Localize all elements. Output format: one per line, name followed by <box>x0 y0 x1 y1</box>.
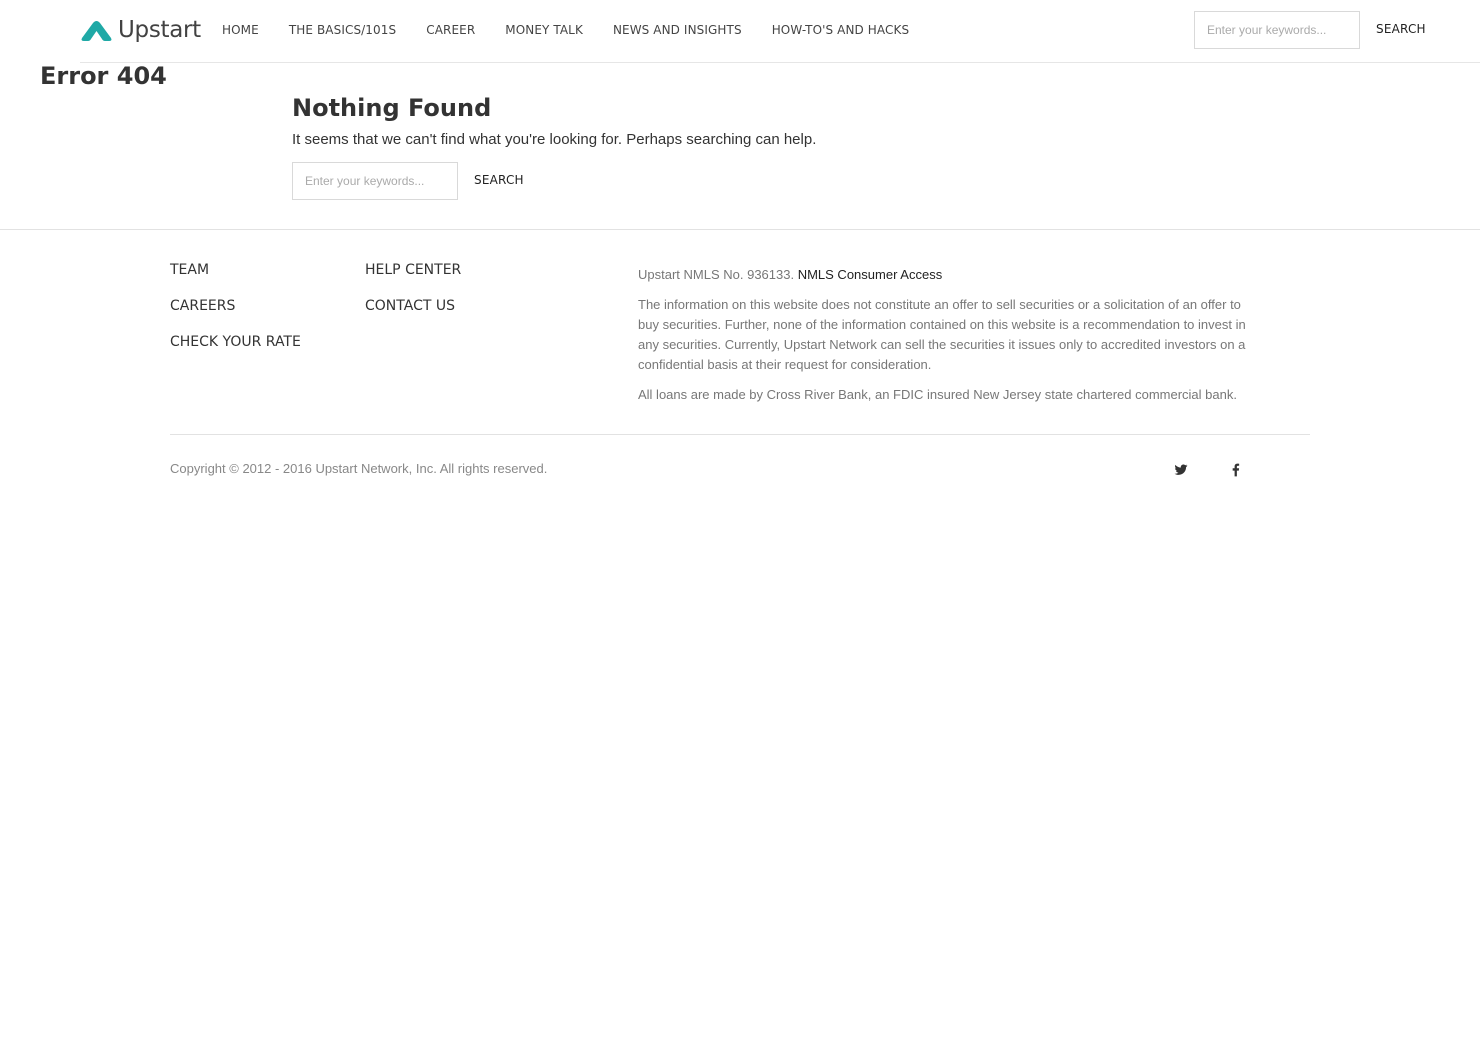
page-search-button[interactable]: SEARCH <box>474 173 524 187</box>
not-found-message: It seems that we can't find what you're … <box>292 131 817 148</box>
footer-link-contact-us[interactable]: CONTACT US <box>365 298 461 314</box>
nav-how-tos-and-hacks[interactable]: HOW-TO'S AND HACKS <box>772 22 910 38</box>
legal-text: Upstart NMLS No. 936133. NMLS Consumer A… <box>638 265 1258 415</box>
nmls-number: Upstart NMLS No. 936133. <box>638 267 795 282</box>
footer-link-careers[interactable]: CAREERS <box>170 298 301 314</box>
nav-home[interactable]: HOME <box>222 22 259 38</box>
footer-links-primary: TEAM CAREERS CHECK YOUR RATE <box>170 262 301 370</box>
footer-link-help-center[interactable]: HELP CENTER <box>365 262 461 278</box>
error-title: Error 404 <box>40 62 167 90</box>
nav-news-and-insights[interactable]: NEWS AND INSIGHTS <box>613 22 742 38</box>
content-divider <box>0 229 1480 230</box>
footer-divider <box>170 434 1310 435</box>
loans-disclaimer: All loans are made by Cross River Bank, … <box>638 387 1237 402</box>
footer-links-secondary: HELP CENTER CONTACT US <box>365 262 461 334</box>
upstart-logo[interactable]: Upstart <box>80 16 201 44</box>
footer-link-check-your-rate[interactable]: CHECK YOUR RATE <box>170 334 301 350</box>
securities-disclaimer: The information on this website does not… <box>638 297 1246 372</box>
copyright: Copyright © 2012 - 2016 Upstart Network,… <box>170 461 548 476</box>
nav-the-basics[interactable]: THE BASICS/101S <box>289 22 396 38</box>
nav-career[interactable]: CAREER <box>426 22 475 38</box>
twitter-icon[interactable] <box>1173 462 1189 478</box>
upstart-logo-icon <box>81 21 112 41</box>
logo-text: Upstart <box>118 17 201 43</box>
main-nav: HOME THE BASICS/101S CAREER MONEY TALK N… <box>222 22 909 38</box>
page-title: Nothing Found <box>292 94 492 122</box>
header-search-input[interactable] <box>1194 11 1360 49</box>
nmls-line: Upstart NMLS No. 936133. NMLS Consumer A… <box>638 265 1258 285</box>
nmls-consumer-access-link[interactable]: NMLS Consumer Access <box>798 267 943 282</box>
page-search-input[interactable] <box>292 162 458 200</box>
footer-link-team[interactable]: TEAM <box>170 262 301 278</box>
site-header: Upstart HOME THE BASICS/101S CAREER MONE… <box>80 0 1480 63</box>
facebook-icon[interactable] <box>1228 462 1244 478</box>
header-search-button[interactable]: SEARCH <box>1376 22 1426 36</box>
nav-money-talk[interactable]: MONEY TALK <box>505 22 583 38</box>
